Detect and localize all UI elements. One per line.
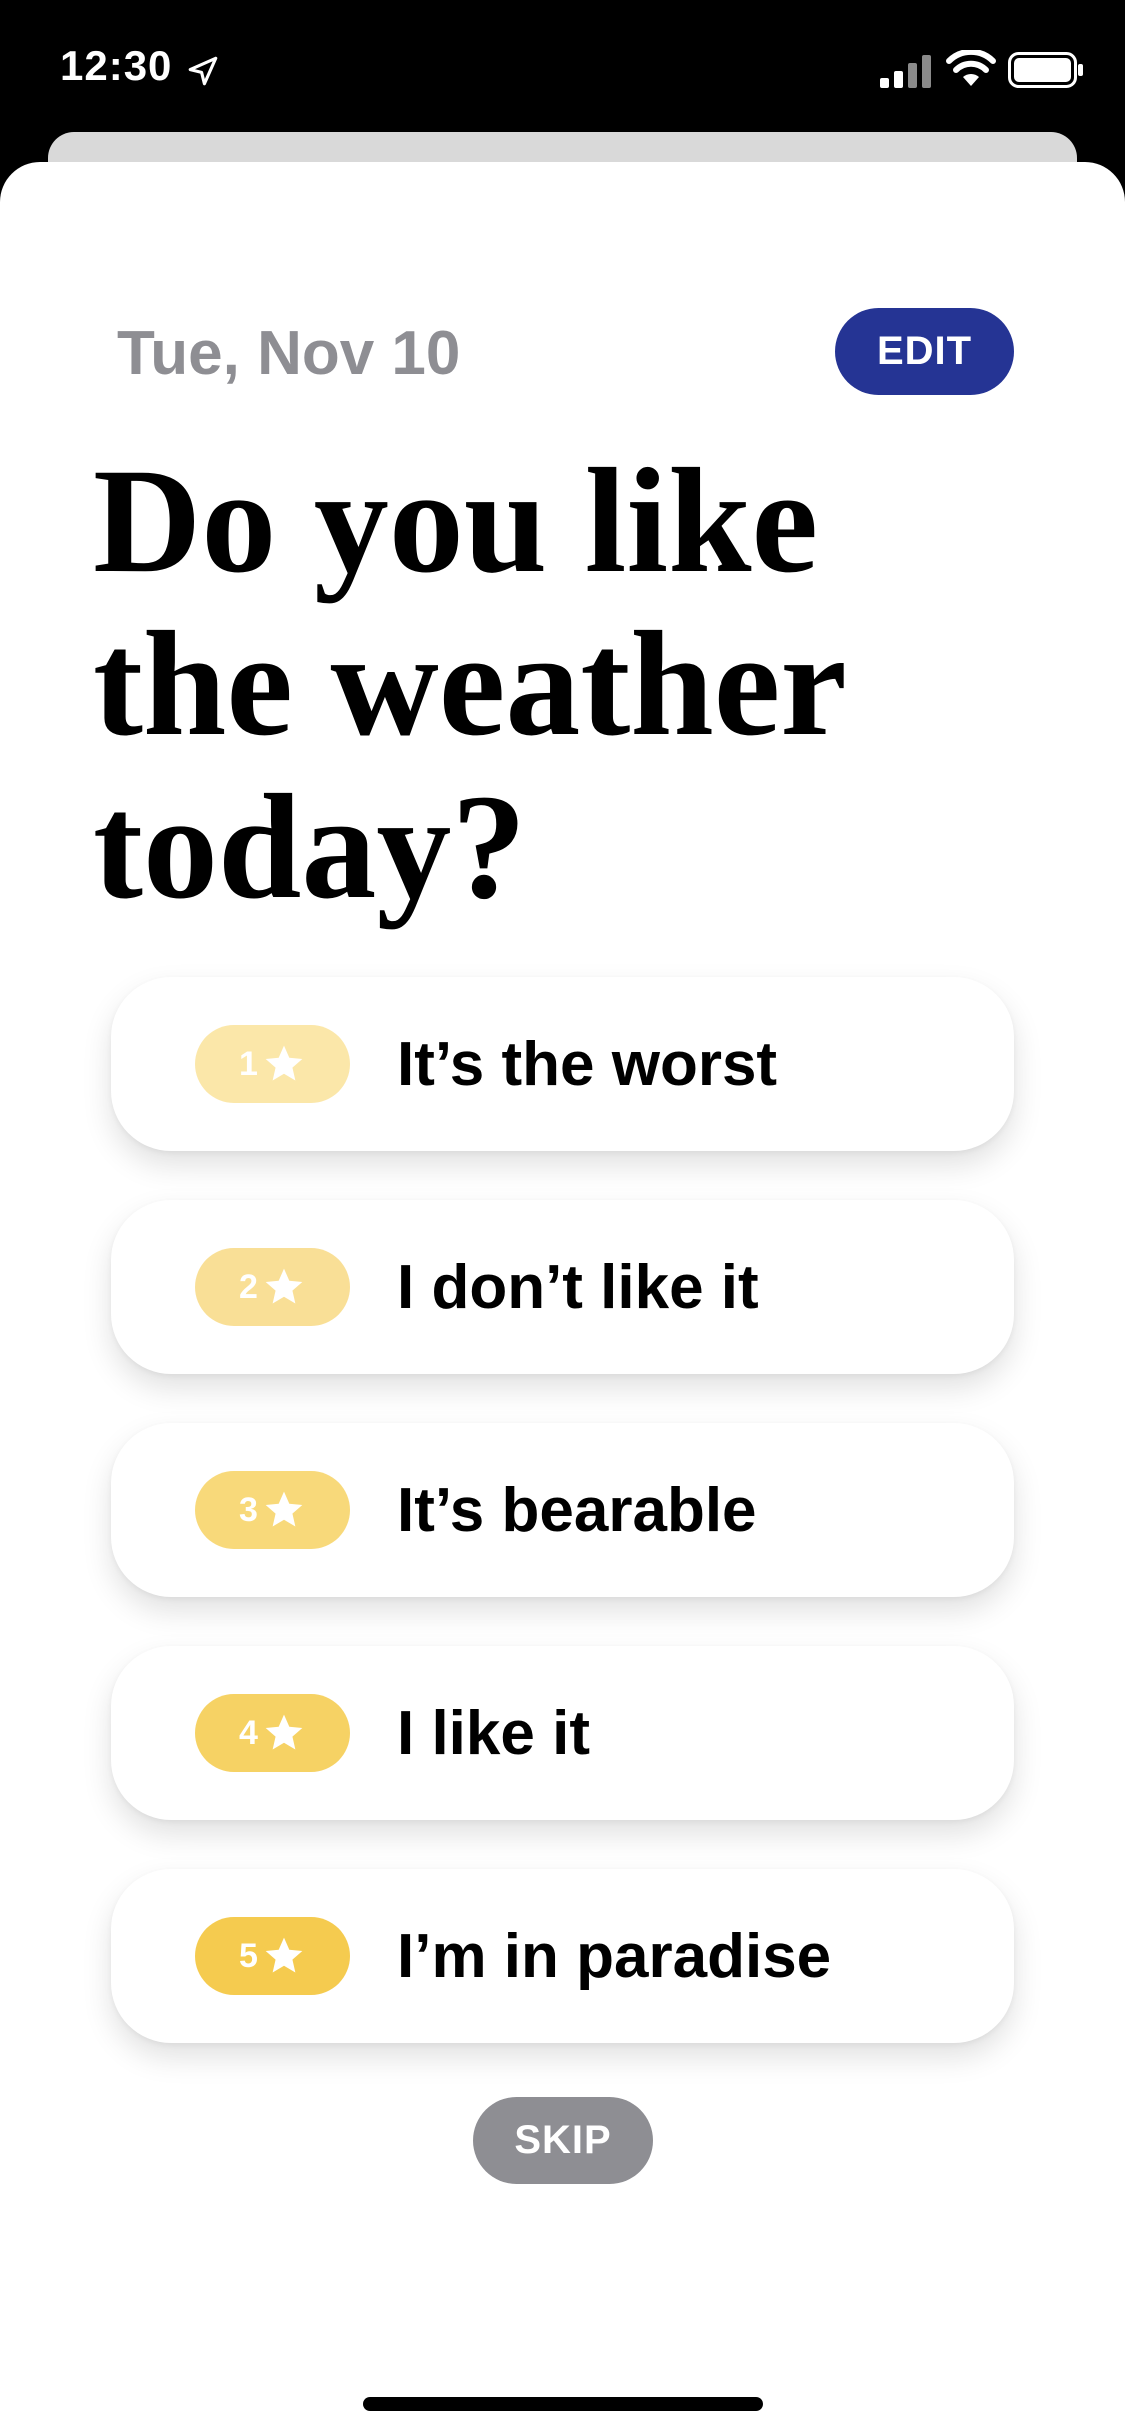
star-icon [265, 1491, 303, 1527]
rating-number: 4 [239, 1713, 258, 1752]
star-icon [265, 1045, 303, 1081]
option-2[interactable]: 2 I don’t like it [111, 1200, 1014, 1374]
status-bar: 12:30 [0, 0, 1125, 132]
rating-number: 3 [239, 1490, 258, 1529]
question-title: Do you like the weather today? [93, 438, 845, 930]
rating-number: 2 [239, 1267, 258, 1306]
star-icon [265, 1937, 303, 1973]
option-label: I like it [397, 1698, 590, 1768]
rating-badge: 5 [195, 1917, 350, 1995]
date-label: Tue, Nov 10 [117, 319, 461, 388]
rating-number: 5 [239, 1936, 258, 1975]
rating-badge: 4 [195, 1694, 350, 1772]
option-label: I’m in paradise [397, 1921, 832, 1991]
option-3[interactable]: 3 It’s bearable [111, 1423, 1014, 1597]
star-icon [265, 1714, 303, 1750]
wifi-icon [946, 50, 996, 86]
cellular-signal-icon [880, 55, 931, 88]
option-4[interactable]: 4 I like it [111, 1646, 1014, 1820]
option-label: I don’t like it [397, 1252, 759, 1322]
skip-button[interactable]: SKIP [473, 2097, 653, 2184]
home-indicator[interactable] [363, 2397, 763, 2411]
rating-options: 1 It’s the worst 2 I don’t like it 3 It’… [111, 977, 1014, 2092]
rating-badge: 1 [195, 1025, 350, 1103]
option-1[interactable]: 1 It’s the worst [111, 977, 1014, 1151]
rating-badge: 2 [195, 1248, 350, 1326]
option-label: It’s the worst [397, 1029, 778, 1099]
rating-badge: 3 [195, 1471, 350, 1549]
rating-number: 1 [239, 1044, 258, 1083]
status-time: 12:30 [60, 42, 173, 89]
option-label: It’s bearable [397, 1475, 757, 1545]
edit-button[interactable]: EDIT [835, 308, 1014, 395]
option-5[interactable]: 5 I’m in paradise [111, 1869, 1014, 2043]
star-icon [265, 1268, 303, 1304]
location-arrow-icon [188, 56, 218, 86]
battery-icon [1008, 52, 1083, 88]
